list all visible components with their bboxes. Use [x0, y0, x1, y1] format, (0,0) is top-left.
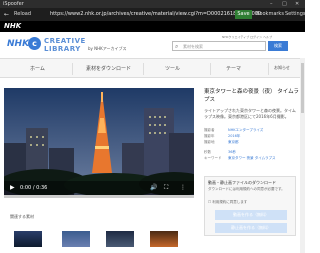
related-thumbnail[interactable]	[62, 231, 90, 247]
search-button[interactable]: 検索	[268, 41, 288, 51]
more-options-icon[interactable]: ⋮	[180, 184, 186, 191]
material-info: 東京タワーと森の夜景（夜） タイムラプス ライトアップされた東京タワーと森の夜景…	[204, 88, 299, 120]
related-thumbnail[interactable]	[106, 231, 134, 247]
material-description: ライトアップされた東京タワーと森の夜景。タイムラプス映像。東京都港区にて2016…	[204, 108, 296, 119]
brand-library-text[interactable]: LIBRARY	[44, 45, 81, 53]
meta-value[interactable]: 2016年	[228, 134, 240, 139]
scrollbar-thumb[interactable]	[301, 63, 304, 113]
maximize-button[interactable]: □	[282, 1, 287, 7]
download-panel: 動画・静止画ファイルのダウンロード ダウンロードには利用規約への同意が必要です。…	[204, 176, 296, 236]
meta-label: キーワード	[204, 156, 222, 160]
settings-button[interactable]: Settings	[285, 11, 306, 17]
meta-label: 秒数	[204, 150, 211, 154]
video-scrubber[interactable]	[4, 195, 194, 198]
meta-value[interactable]: 東京都	[228, 140, 239, 145]
utility-links[interactable]: NHKクリエイティブ ログイン ヘルプ	[222, 35, 272, 39]
browser-toolbar: ← Reload https://www2.nhk.or.jp/archives…	[0, 8, 306, 21]
brand-creative-text[interactable]: CREATIVE	[44, 37, 86, 45]
nav-item-home[interactable]: ホーム	[30, 65, 45, 72]
brand-logo-icon[interactable]: c	[28, 37, 41, 50]
search-placeholder: 素材を検索	[183, 44, 203, 49]
related-heading: 関連する素材	[10, 214, 34, 219]
video-time: 0:00 / 0:36	[20, 185, 48, 191]
meta-label: 撮影者	[204, 128, 215, 132]
brand-subtitle: by NHKアーカイブス	[88, 46, 127, 51]
material-title: 東京タワーと森の夜景（夜） タイムラプス	[204, 89, 299, 103]
meta-label: 撮影年	[204, 134, 215, 138]
meta-value[interactable]: 東京タワー 夜景 タイムラプス	[228, 156, 275, 161]
close-button[interactable]: ✕	[295, 1, 299, 7]
nav-divider	[210, 63, 211, 75]
address-bar[interactable]: https://www2.nhk.or.jp/archives/creative…	[50, 11, 261, 17]
volume-icon[interactable]: 🔊	[150, 184, 157, 191]
search-input[interactable]: ⌕ 素材を検索	[172, 41, 266, 51]
nav-divider	[268, 63, 269, 75]
page-scrollbar[interactable]	[300, 58, 305, 253]
bookmarks-button[interactable]: Bookmarks	[256, 11, 284, 17]
minimize-button[interactable]: –	[270, 1, 273, 7]
brand-nhk-text[interactable]: NHK	[7, 39, 29, 49]
nav-divider	[143, 63, 144, 75]
meta-value[interactable]: 36秒	[228, 150, 236, 155]
video-player[interactable]: ▶ 0:00 / 0:36 🔊 ⛶ ⋮	[4, 88, 194, 195]
search-icon: ⌕	[175, 43, 179, 50]
window-title: iSpoofer	[3, 1, 24, 7]
terms-checkbox[interactable]: ☐ 利用規約に同意します	[208, 200, 247, 205]
reload-button[interactable]: Reload	[14, 11, 31, 17]
download-text: ダウンロードには利用規約への同意が必要です。	[208, 187, 285, 191]
download-video-button[interactable]: 動画を作る（無料）	[215, 210, 287, 220]
site-header: NHK c CREATIVE LIBRARY by NHKアーカイブス NHKク…	[0, 32, 305, 58]
back-arrow-icon[interactable]: ←	[4, 11, 9, 18]
terms-checkbox-label: 利用規約に同意します	[212, 200, 248, 204]
meta-value[interactable]: NHKエンタープライズ	[228, 128, 263, 133]
download-still-button[interactable]: 静止画を作る（無料）	[215, 223, 287, 233]
save-button[interactable]: Save	[235, 10, 252, 19]
related-thumbnail[interactable]	[14, 231, 42, 247]
fullscreen-icon[interactable]: ⛶	[164, 184, 168, 192]
nav-item-tools[interactable]: ツール	[165, 65, 180, 72]
play-icon[interactable]: ▶	[10, 184, 15, 191]
window-titlebar: iSpoofer – □ ✕	[0, 0, 305, 8]
video-controls: ▶ 0:00 / 0:36 🔊 ⛶ ⋮	[4, 181, 194, 195]
related-thumbnail[interactable]	[150, 231, 178, 247]
nav-divider	[72, 63, 73, 75]
nav-item-news[interactable]: お知らせ	[274, 65, 290, 71]
video-frame-image	[4, 88, 194, 195]
meta-label: 撮影地	[204, 140, 215, 144]
nav-item-theme[interactable]: テーマ	[226, 65, 241, 72]
nhk-global-bar: NHK	[0, 21, 305, 32]
main-nav: ホーム 素材をダウンロード ツール テーマ お知らせ	[0, 58, 305, 78]
nhk-logo[interactable]: NHK	[4, 22, 21, 30]
download-heading: 動画・静止画ファイルのダウンロード	[208, 180, 276, 185]
nav-item-download[interactable]: 素材をダウンロード	[86, 65, 131, 72]
